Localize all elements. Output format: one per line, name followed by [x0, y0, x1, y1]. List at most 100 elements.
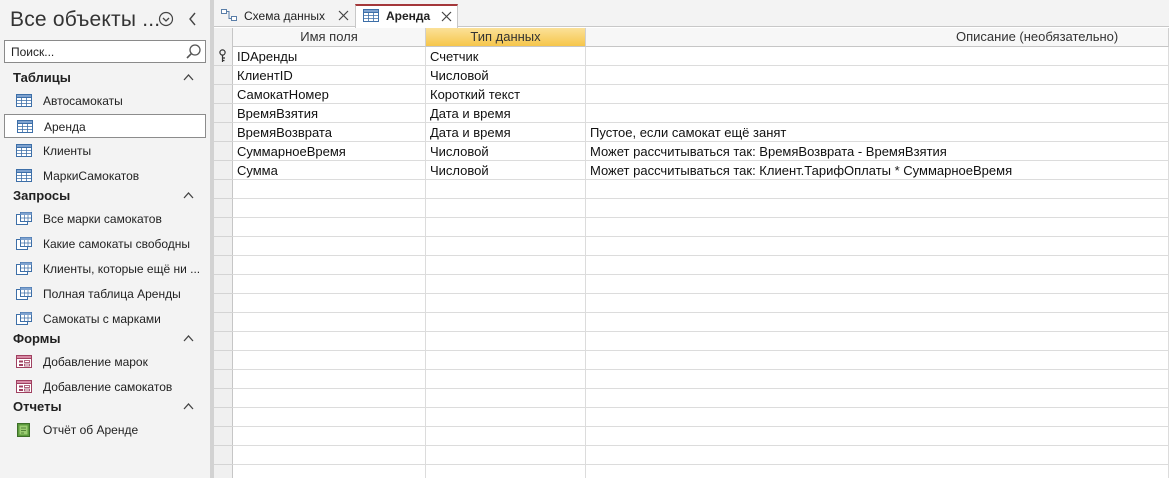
field-name-cell[interactable]: ВремяВзятия [233, 104, 426, 123]
field-name-cell[interactable] [233, 465, 426, 478]
nav-item[interactable]: Все марки самокатов [4, 207, 206, 231]
field-name-cell[interactable]: ВремяВозврата [233, 123, 426, 142]
data-type-cell[interactable] [426, 389, 586, 408]
collapse-pane-chevron-left-icon[interactable] [186, 10, 200, 28]
description-cell[interactable] [586, 408, 1169, 427]
nav-item[interactable]: МаркиСамокатов [4, 164, 206, 188]
column-header-description[interactable]: Описание (необязательно) [586, 28, 1169, 47]
description-cell[interactable] [586, 427, 1169, 446]
row-selector[interactable] [214, 47, 233, 66]
nav-item[interactable]: Самокаты с марками [4, 307, 206, 331]
row-selector[interactable] [214, 85, 233, 104]
nav-item[interactable]: Добавление марок [4, 350, 206, 374]
nav-menu-dropdown-icon[interactable] [158, 11, 174, 27]
field-name-cell[interactable] [233, 256, 426, 275]
nav-item[interactable]: Добавление самокатов [4, 375, 206, 399]
tab-relationships[interactable]: Схема данных [214, 4, 354, 28]
column-header-data-type[interactable]: Тип данных [426, 28, 586, 47]
data-type-cell[interactable] [426, 427, 586, 446]
field-name-cell[interactable] [233, 446, 426, 465]
field-name-cell[interactable]: IDАренды [233, 47, 426, 66]
nav-item[interactable]: Клиенты [4, 139, 206, 163]
data-type-cell[interactable] [426, 332, 586, 351]
field-name-cell[interactable] [233, 370, 426, 389]
description-cell[interactable] [586, 66, 1169, 85]
description-cell[interactable] [586, 237, 1169, 256]
data-type-cell[interactable] [426, 180, 586, 199]
row-selector[interactable] [214, 275, 233, 294]
row-selector[interactable] [214, 465, 233, 478]
description-cell[interactable]: Может рассчитываться так: Клиент.ТарифОп… [586, 161, 1169, 180]
description-cell[interactable] [586, 465, 1169, 478]
chevron-up-icon[interactable] [182, 189, 195, 202]
data-type-cell[interactable] [426, 199, 586, 218]
nav-item[interactable]: Полная таблица Аренды [4, 282, 206, 306]
field-name-cell[interactable] [233, 427, 426, 446]
nav-group-header[interactable]: Отчеты [0, 397, 210, 417]
row-selector[interactable] [214, 161, 233, 180]
row-selector[interactable] [214, 370, 233, 389]
description-cell[interactable] [586, 370, 1169, 389]
description-cell[interactable] [586, 199, 1169, 218]
data-type-cell[interactable] [426, 218, 586, 237]
description-cell[interactable]: Пустое, если самокат ещё занят [586, 123, 1169, 142]
row-selector[interactable] [214, 313, 233, 332]
description-cell[interactable] [586, 275, 1169, 294]
close-icon[interactable] [338, 10, 349, 21]
row-selector[interactable] [214, 123, 233, 142]
description-cell[interactable] [586, 351, 1169, 370]
field-name-cell[interactable]: Сумма [233, 161, 426, 180]
field-name-cell[interactable] [233, 389, 426, 408]
data-type-cell[interactable] [426, 313, 586, 332]
description-cell[interactable]: Может рассчитываться так: ВремяВозврата … [586, 142, 1169, 161]
nav-item[interactable]: Автосамокаты [4, 89, 206, 113]
field-name-cell[interactable] [233, 408, 426, 427]
field-name-cell[interactable] [233, 218, 426, 237]
data-type-cell[interactable]: Короткий текст [426, 85, 586, 104]
description-cell[interactable] [586, 313, 1169, 332]
row-selector[interactable] [214, 199, 233, 218]
description-cell[interactable] [586, 85, 1169, 104]
row-selector[interactable] [214, 389, 233, 408]
data-type-cell[interactable] [426, 351, 586, 370]
search-input[interactable] [5, 41, 175, 62]
field-name-cell[interactable] [233, 180, 426, 199]
description-cell[interactable] [586, 446, 1169, 465]
data-type-cell[interactable] [426, 294, 586, 313]
tab-arenda[interactable]: Аренда [355, 4, 458, 28]
nav-group-header[interactable]: Формы [0, 329, 210, 349]
data-type-cell[interactable]: Дата и время [426, 104, 586, 123]
field-name-cell[interactable] [233, 237, 426, 256]
description-cell[interactable] [586, 180, 1169, 199]
nav-item[interactable]: Отчёт об Аренде [4, 418, 206, 442]
field-name-cell[interactable] [233, 275, 426, 294]
data-type-cell[interactable] [426, 237, 586, 256]
nav-item[interactable]: Какие самокаты свободны [4, 232, 206, 256]
field-name-cell[interactable]: СуммарноеВремя [233, 142, 426, 161]
data-type-cell[interactable] [426, 465, 586, 478]
row-selector[interactable] [214, 256, 233, 275]
data-type-cell[interactable] [426, 446, 586, 465]
row-selector[interactable] [214, 332, 233, 351]
description-cell[interactable] [586, 47, 1169, 66]
nav-group-header[interactable]: Таблицы [0, 68, 210, 88]
chevron-up-icon[interactable] [182, 332, 195, 345]
row-selector[interactable] [214, 294, 233, 313]
description-cell[interactable] [586, 294, 1169, 313]
row-selector[interactable] [214, 237, 233, 256]
nav-item[interactable]: Клиенты, которые ещё ни ... [4, 257, 206, 281]
field-name-cell[interactable]: КлиентID [233, 66, 426, 85]
data-type-cell[interactable] [426, 408, 586, 427]
column-header-field-name[interactable]: Имя поля [233, 28, 426, 47]
description-cell[interactable] [586, 218, 1169, 237]
chevron-up-icon[interactable] [182, 400, 195, 413]
data-type-cell[interactable]: Счетчик [426, 47, 586, 66]
row-selector[interactable] [214, 427, 233, 446]
field-name-cell[interactable] [233, 294, 426, 313]
field-name-cell[interactable] [233, 351, 426, 370]
nav-search-box[interactable] [4, 40, 206, 63]
nav-group-header[interactable]: Запросы [0, 186, 210, 206]
field-name-cell[interactable] [233, 313, 426, 332]
search-icon[interactable] [185, 43, 202, 60]
data-type-cell[interactable]: Числовой [426, 161, 586, 180]
